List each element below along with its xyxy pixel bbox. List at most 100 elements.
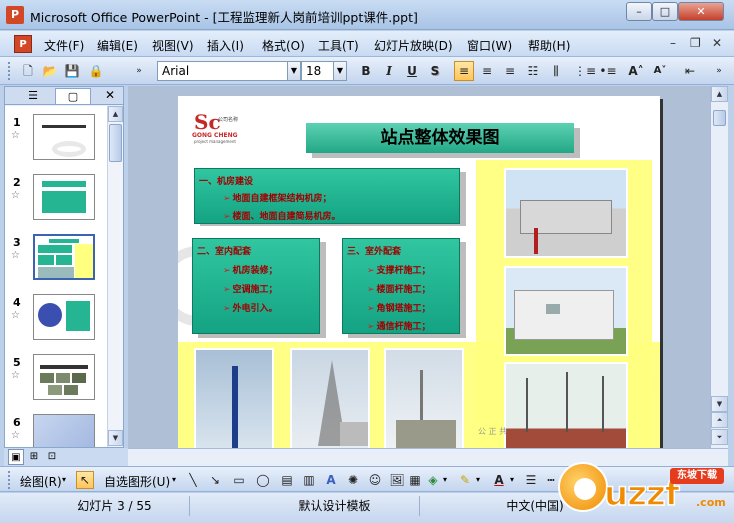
italic-button[interactable]: I [379,61,399,81]
vertical-textbox-icon[interactable]: ▥ [300,471,318,489]
scroll-up-icon[interactable]: ▲ [108,106,123,122]
slide-edit-area[interactable]: Sc 公司名称 GONG CHENG project management 站点… [128,86,710,448]
draw-menu[interactable]: 绘图(R) [20,473,62,490]
select-objects-icon[interactable]: ↖ [76,471,94,489]
photo-equipment-room[interactable] [504,266,628,356]
menu-view[interactable]: 视图(V) [152,37,194,54]
line-color-dropdown-icon[interactable]: ▾ [476,475,480,484]
bold-button[interactable]: B [356,61,376,81]
menu-insert[interactable]: 插入(I) [207,37,244,54]
wordart-icon[interactable]: A [322,471,340,489]
scroll-down-icon[interactable]: ▼ [108,430,123,446]
slide-sorter-icon[interactable]: ⊞ [26,449,42,465]
underline-button[interactable]: U [402,61,422,81]
shadow-button[interactable]: S [425,61,445,81]
powerpoint-app-icon[interactable]: P [6,6,24,24]
thumbnail-scrollbar[interactable]: ▲ ▼ [107,106,123,447]
document-icon[interactable]: P [14,35,32,53]
text-direction-icon[interactable]: ⫼ [546,61,566,81]
photo-lattice-tower[interactable] [290,348,370,448]
align-left-icon[interactable]: ≡ [454,61,474,81]
toolbar-grip[interactable] [8,62,11,80]
autoshapes-dropdown-icon[interactable]: ▾ [172,475,176,484]
text-box-outdoor[interactable]: 三、室外配套 ➢ 支撑杆施工； ➢ 楼面杆施工； ➢ 角钢塔施工； ➢ 通信杆施工； [342,238,460,334]
numbering-icon[interactable]: ⋮≡ [574,61,596,81]
photo-guyed-mast[interactable] [384,348,464,448]
line-style-icon[interactable]: ☰ [522,471,540,489]
menu-window[interactable]: 窗口(W) [467,37,512,54]
font-size-box[interactable]: 18 [301,61,335,81]
menu-format[interactable]: 格式(O) [262,37,305,54]
text-box-room-construction[interactable]: 一、机房建设 ➢ 地面自建框架结构机房； ➢ 楼面、地面自建简易机房。 [194,168,460,224]
draw-dropdown-icon[interactable]: ▾ [62,475,66,484]
slideshow-icon[interactable]: ⊡ [44,449,60,465]
slide-thumbnail-1[interactable]: 1 ☆ [5,110,107,168]
slide-thumbnail-2[interactable]: 2 ☆ [5,170,107,228]
pane-close-icon[interactable]: ✕ [105,88,115,102]
distribute-icon[interactable]: ☷ [523,61,543,81]
arrow-icon[interactable]: ↘ [206,471,224,489]
autoshapes-menu[interactable]: 自选图形(U) [104,473,170,490]
font-name-dropdown-icon[interactable]: ▼ [287,61,301,81]
menu-tools[interactable]: 工具(T) [318,37,359,54]
minimize-button[interactable]: – [626,2,652,21]
menu-edit[interactable]: 编辑(E) [97,37,138,54]
bullets-icon[interactable]: •≡ [598,61,618,81]
shrink-font-button[interactable]: A˅ [650,61,670,81]
save-icon[interactable]: 💾 [62,61,82,81]
menu-help[interactable]: 帮助(H) [528,37,570,54]
scroll-up-icon[interactable]: ▲ [711,86,728,102]
oval-icon[interactable]: ◯ [254,471,272,489]
scroll-thumb[interactable] [109,124,122,162]
picture-icon[interactable]: 🖼 [388,471,406,489]
maximize-button[interactable]: □ [652,2,678,21]
normal-view-icon[interactable]: ▣ [8,449,24,465]
permission-icon[interactable]: 🔒 [86,61,106,81]
doc-close-button[interactable]: ✕ [712,36,722,50]
tab-outline[interactable]: ☰ [15,88,51,104]
close-button[interactable]: ✕ [678,2,724,21]
toolbar-grip[interactable] [8,471,11,489]
slide-thumbnail-6[interactable]: 6 ☆ [5,410,107,447]
insert-picture-icon[interactable]: ▦ [406,471,424,489]
align-right-icon[interactable]: ≡ [500,61,520,81]
toolbar-options-icon[interactable]: » [132,61,146,81]
menu-file[interactable]: 文件(F) [44,37,84,54]
scroll-thumb[interactable] [713,110,726,126]
font-color-icon[interactable]: A [490,471,508,489]
diagram-icon[interactable]: ✺ [344,471,362,489]
menu-slideshow[interactable]: 幻灯片放映(D) [374,37,453,54]
new-icon[interactable]: 🗋 [18,61,38,81]
align-center-icon[interactable]: ≡ [477,61,497,81]
previous-slide-icon[interactable]: ⏶ [711,412,728,428]
photo-monopole[interactable] [194,348,274,448]
rectangle-icon[interactable]: ▭ [230,471,248,489]
line-color-icon[interactable]: ✎ [456,471,474,489]
grow-font-button[interactable]: A˄ [626,61,646,81]
textbox-icon[interactable]: ▤ [278,471,296,489]
scroll-down-icon[interactable]: ▼ [711,396,728,412]
photo-roof-poles[interactable] [504,362,628,448]
decrease-indent-icon[interactable]: ⇤ [680,61,700,81]
thumbnail-list[interactable]: 1 ☆ 2 ☆ 3 ☆ 4 ☆ 5 ☆ 6 ☆ [5,106,107,447]
clipart-icon[interactable]: ☺ [366,471,384,489]
font-size-dropdown-icon[interactable]: ▼ [333,61,347,81]
slide-thumbnail-3[interactable]: 3 ☆ [5,230,107,288]
open-icon[interactable]: 📂 [40,61,60,81]
slide-vertical-scrollbar[interactable]: ▲ ▼ ⏶ ⏷ [710,86,728,448]
doc-minimize-button[interactable]: – [670,36,676,50]
text-box-indoor[interactable]: 二、室内配套 ➢ 机房装修； ➢ 空调施工； ➢ 外电引入。 [192,238,320,334]
design-template[interactable]: 默认设计模板 [250,496,420,516]
slide-thumbnail-4[interactable]: 4 ☆ [5,290,107,348]
fill-color-dropdown-icon[interactable]: ▾ [443,475,447,484]
tab-slides[interactable]: ▢ [55,88,91,104]
font-color-dropdown-icon[interactable]: ▾ [510,475,514,484]
slide-thumbnail-5[interactable]: 5 ☆ [5,350,107,408]
doc-restore-button[interactable]: ❐ [690,36,701,50]
line-icon[interactable]: ╲ [184,471,202,489]
next-slide-icon[interactable]: ⏷ [711,429,728,445]
toolbar-options-icon[interactable]: » [712,61,726,81]
fill-color-icon[interactable]: ◈ [424,471,442,489]
font-name-box[interactable]: Arial [157,61,289,81]
slide-canvas[interactable]: Sc 公司名称 GONG CHENG project management 站点… [178,96,660,448]
